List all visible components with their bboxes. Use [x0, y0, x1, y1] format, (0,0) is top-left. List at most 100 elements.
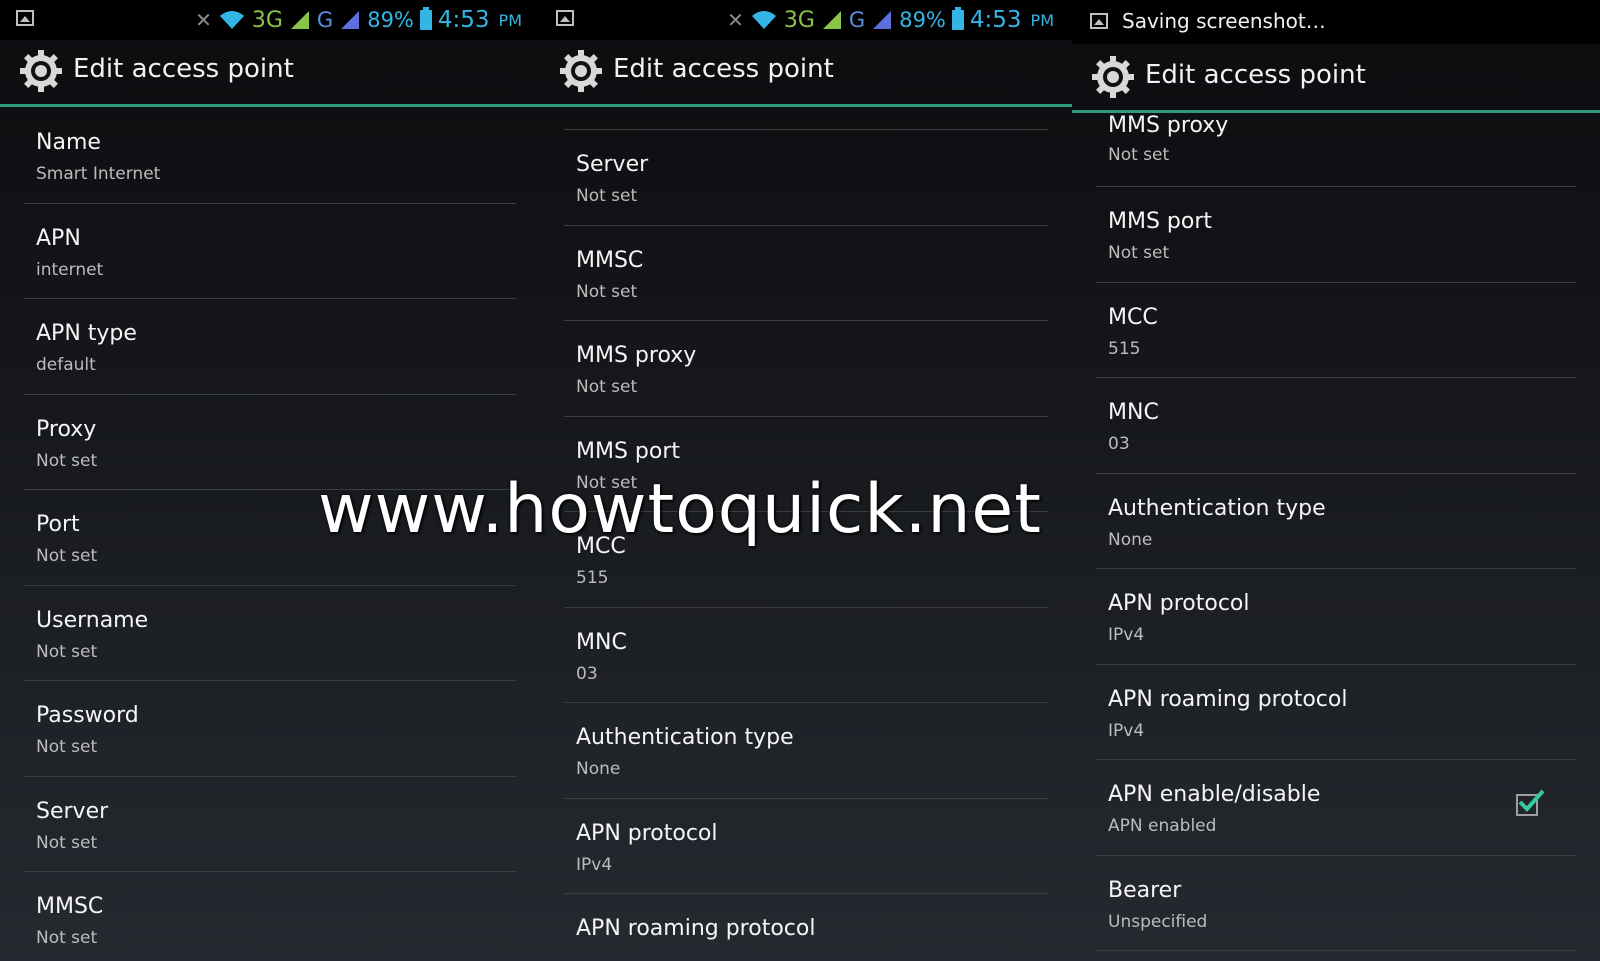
signal-green-icon	[822, 11, 841, 29]
action-bar: Edit access point	[1072, 46, 1600, 113]
list-item-auth-type[interactable]: Authentication type None	[564, 703, 1048, 799]
status-bar: Saving screenshot…	[1072, 0, 1600, 44]
settings-gear-icon[interactable]	[558, 48, 604, 94]
item-title: Authentication type	[1108, 495, 1326, 521]
mute-icon: ✕	[195, 8, 212, 32]
list-item-name[interactable]: Name Smart Internet	[24, 108, 516, 204]
item-value: IPv4	[576, 854, 613, 875]
item-value: IPv4	[1108, 625, 1145, 645]
item-title: MCC	[1108, 304, 1158, 330]
battery-percent: 89%	[367, 8, 414, 32]
list-item-apn[interactable]: APN internet	[24, 204, 516, 299]
watermark-text: www.howtoquick.net	[318, 470, 1042, 549]
item-title: Password	[36, 703, 139, 728]
list-item-server[interactable]: Server Not set	[24, 777, 516, 872]
list-item-mnc[interactable]: MNC 03	[564, 608, 1048, 703]
page-title: Edit access point	[73, 54, 294, 84]
list-item-password[interactable]: Password Not set	[24, 681, 516, 777]
item-value: Not set	[36, 641, 98, 662]
saving-screenshot-ticker: Saving screenshot…	[1122, 9, 1326, 33]
item-value: Not set	[576, 281, 638, 302]
wifi-icon	[219, 11, 244, 29]
item-value: Not set	[36, 928, 98, 948]
status-bar: ✕ 3G G 89% 4:53 PM	[540, 0, 1072, 40]
item-value: internet	[36, 259, 104, 280]
list-item-mmsc[interactable]: MMSC Not set	[24, 872, 516, 961]
item-title: Username	[36, 607, 149, 633]
item-title: APN roaming protocol	[1108, 686, 1348, 712]
list-item-partial	[564, 107, 1048, 130]
signal-green-icon	[290, 11, 309, 29]
list-item-mms-proxy[interactable]: MMS proxy Not set	[1096, 113, 1576, 187]
network-type-g: G	[848, 8, 866, 32]
item-title: MMS port	[1108, 209, 1213, 234]
item-value: IPv4	[1108, 720, 1145, 741]
list-item-mms-port[interactable]: MMS port Not set	[1096, 187, 1576, 283]
item-title: MMSC	[36, 894, 104, 919]
settings-gear-icon[interactable]	[18, 48, 64, 94]
item-title: APN type	[36, 321, 137, 346]
item-title: MNC	[1108, 400, 1159, 425]
clock-ampm: PM	[498, 10, 522, 30]
item-title: APN protocol	[576, 820, 718, 846]
item-value: Not set	[1108, 145, 1170, 165]
item-title: Port	[36, 512, 80, 537]
settings-list: MMS proxy Not set MMS port Not set MCC 515 …	[1072, 113, 1600, 961]
item-value: Unspecified	[1108, 911, 1208, 932]
item-title: MMS proxy	[1108, 113, 1229, 138]
item-title: Bearer	[1108, 877, 1182, 903]
list-item-apn-protocol[interactable]: APN protocol IPv4	[1096, 569, 1576, 665]
page-title: Edit access point	[1145, 60, 1366, 90]
signal-blue-icon	[873, 11, 892, 29]
item-title: Authentication type	[576, 725, 794, 750]
page-title: Edit access point	[613, 54, 834, 84]
item-value: 03	[576, 663, 598, 684]
battery-icon	[951, 7, 964, 30]
item-title: Server	[576, 152, 649, 177]
clock-time: 4:53	[437, 7, 490, 33]
item-title: MMSC	[576, 247, 644, 273]
signal-blue-icon	[341, 11, 360, 29]
wifi-icon	[751, 11, 776, 29]
item-title: Server	[36, 798, 109, 824]
picture-notification-icon	[556, 10, 574, 26]
list-item-username[interactable]: Username Not set	[24, 586, 516, 681]
action-bar: Edit access point	[540, 40, 1072, 107]
item-value: Not set	[36, 832, 98, 853]
checkmark-icon	[1518, 789, 1545, 812]
list-item-mcc[interactable]: MCC 515	[1096, 283, 1576, 378]
list-item-apn-enable[interactable]: APN enable/disable APN enabled	[1096, 760, 1576, 856]
list-item-mmsc[interactable]: MMSC Not set	[564, 226, 1048, 321]
network-type-g: G	[316, 8, 334, 32]
item-title: Proxy	[36, 416, 97, 442]
item-value: None	[576, 759, 621, 779]
item-value: Not set	[1108, 243, 1170, 263]
item-value: Not set	[36, 546, 98, 566]
item-title: MNC	[576, 629, 627, 655]
list-item-bearer[interactable]: Bearer Unspecified	[1096, 856, 1576, 951]
item-title: Name	[36, 130, 101, 155]
item-value: Not set	[576, 186, 638, 206]
battery-icon	[419, 7, 432, 30]
apn-enabled-checkbox[interactable]	[1516, 789, 1545, 816]
list-item-auth-type[interactable]: Authentication type None	[1096, 474, 1576, 569]
battery-percent: 89%	[899, 8, 946, 32]
list-item-apn-roaming-protocol[interactable]: APN roaming protocol IPv4	[1096, 665, 1576, 760]
item-title: APN protocol	[1108, 591, 1250, 616]
item-value: 03	[1108, 434, 1130, 454]
list-item-mms-proxy[interactable]: MMS proxy Not set	[564, 321, 1048, 417]
list-item-apn-protocol[interactable]: APN protocol IPv4	[564, 799, 1048, 894]
item-value: None	[1108, 529, 1153, 550]
item-value: 515	[576, 568, 609, 588]
list-item-mnc[interactable]: MNC 03	[1096, 378, 1576, 474]
item-value: Not set	[36, 737, 98, 757]
status-bar: ✕ 3G G 89% 4:53 PM	[0, 0, 540, 40]
list-item-server[interactable]: Server Not set	[564, 130, 1048, 226]
item-title: MMS proxy	[576, 343, 697, 368]
item-title: APN roaming protocol	[576, 916, 816, 941]
list-item-apn-roaming-protocol[interactable]: APN roaming protocol	[564, 894, 1048, 961]
item-value: APN enabled	[1108, 816, 1217, 836]
settings-gear-icon[interactable]	[1090, 54, 1136, 100]
list-item-apn-type[interactable]: APN type default	[24, 299, 516, 395]
picture-notification-icon	[1090, 13, 1108, 29]
